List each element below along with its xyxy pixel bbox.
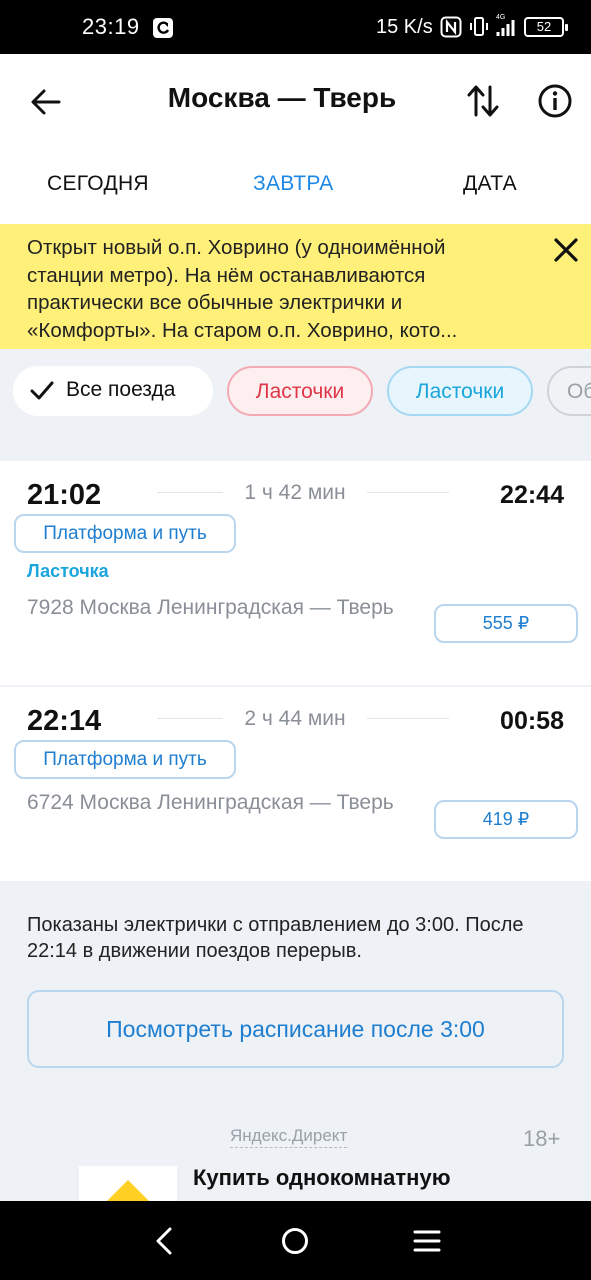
checkmark-icon — [30, 381, 54, 400]
schedule-note: Показаны электрички с отправлением до 3:… — [27, 914, 524, 962]
platform-button[interactable]: Платформа и путь — [14, 514, 236, 553]
departure-time: 22:14 — [27, 705, 102, 737]
notice-banner[interactable]: Открыт новый о.п. Ховрино (у одноимённой… — [0, 224, 591, 349]
close-icon[interactable] — [550, 234, 582, 266]
train-route: 6724 Москва Ленинградская — Тверь — [27, 791, 394, 814]
show-later-schedule-button[interactable]: Посмотреть расписание после 3:00 — [27, 990, 564, 1068]
arrival-time: 00:58 — [500, 707, 564, 735]
travel-duration: 1 ч 42 мин — [244, 481, 346, 504]
notice-text: Открыт новый о.п. Ховрино (у одноимённой… — [27, 236, 458, 342]
ad-title[interactable]: Купить однокомнатную — [193, 1165, 450, 1191]
duration-line — [157, 718, 223, 719]
nav-menu-icon[interactable] — [409, 1223, 445, 1259]
train-row[interactable]: 21:02 1 ч 42 мин 22:44 Платформа и путь … — [0, 461, 591, 685]
tab-date[interactable]: ДАТА — [463, 172, 517, 196]
swap-direction-icon[interactable] — [465, 82, 501, 120]
back-arrow-icon[interactable] — [28, 84, 64, 120]
travel-duration: 2 ч 44 мин — [244, 707, 346, 730]
duration-line — [367, 492, 449, 493]
nav-back-icon[interactable] — [146, 1223, 182, 1259]
ad-source-link[interactable]: Яндекс.Директ — [230, 1126, 348, 1148]
train-row[interactable]: 22:14 2 ч 44 мин 00:58 Платформа и путь … — [0, 687, 591, 881]
arrival-time: 22:44 — [500, 481, 564, 509]
status-time: 23:19 — [82, 14, 140, 39]
ad-image[interactable] — [79, 1166, 177, 1206]
ad-age-rating: 18+ — [523, 1126, 561, 1151]
nfc-icon — [440, 16, 462, 38]
departure-time: 21:02 — [27, 479, 102, 511]
vibrate-icon — [470, 17, 488, 36]
train-route: 7928 Москва Ленинградская — Тверь — [27, 596, 394, 619]
system-nav-bar — [0, 1201, 591, 1280]
filter-other[interactable]: Об — [547, 366, 591, 416]
filter-all-trains[interactable]: Все поезда — [13, 366, 213, 416]
nav-home-icon[interactable] — [277, 1223, 313, 1259]
tab-tomorrow[interactable]: ЗАВТРА — [253, 172, 334, 196]
price-button[interactable]: 555 ₽ — [434, 604, 578, 643]
filter-lastochka-red[interactable]: Ласточки — [227, 366, 373, 416]
sync-icon — [153, 18, 173, 38]
duration-line — [157, 492, 223, 493]
info-icon[interactable] — [537, 83, 573, 119]
svg-text:4G: 4G — [496, 14, 505, 21]
price-button[interactable]: 419 ₽ — [434, 800, 578, 839]
filter-label: Все поезда — [66, 378, 176, 401]
duration-line — [367, 718, 449, 719]
train-type: Ласточка — [27, 561, 109, 581]
tab-today[interactable]: СЕГОДНЯ — [47, 172, 149, 196]
platform-button[interactable]: Платформа и путь — [14, 740, 236, 779]
battery-indicator: 52 — [524, 17, 568, 37]
filter-chips: Все поезда Ласточки Ласточки Об — [0, 349, 591, 435]
page-title: Москва — Тверь — [167, 82, 397, 113]
network-speed: 15 K/s — [376, 16, 433, 38]
filter-lastochka-blue[interactable]: Ласточки — [387, 366, 533, 416]
app-header: Москва — Тверь СЕГОДНЯ ЗАВТРА ДАТА — [0, 54, 591, 224]
status-bar: 23:19 15 K/s 4G 52 — [0, 0, 591, 54]
signal-icon: 4G — [496, 14, 515, 36]
